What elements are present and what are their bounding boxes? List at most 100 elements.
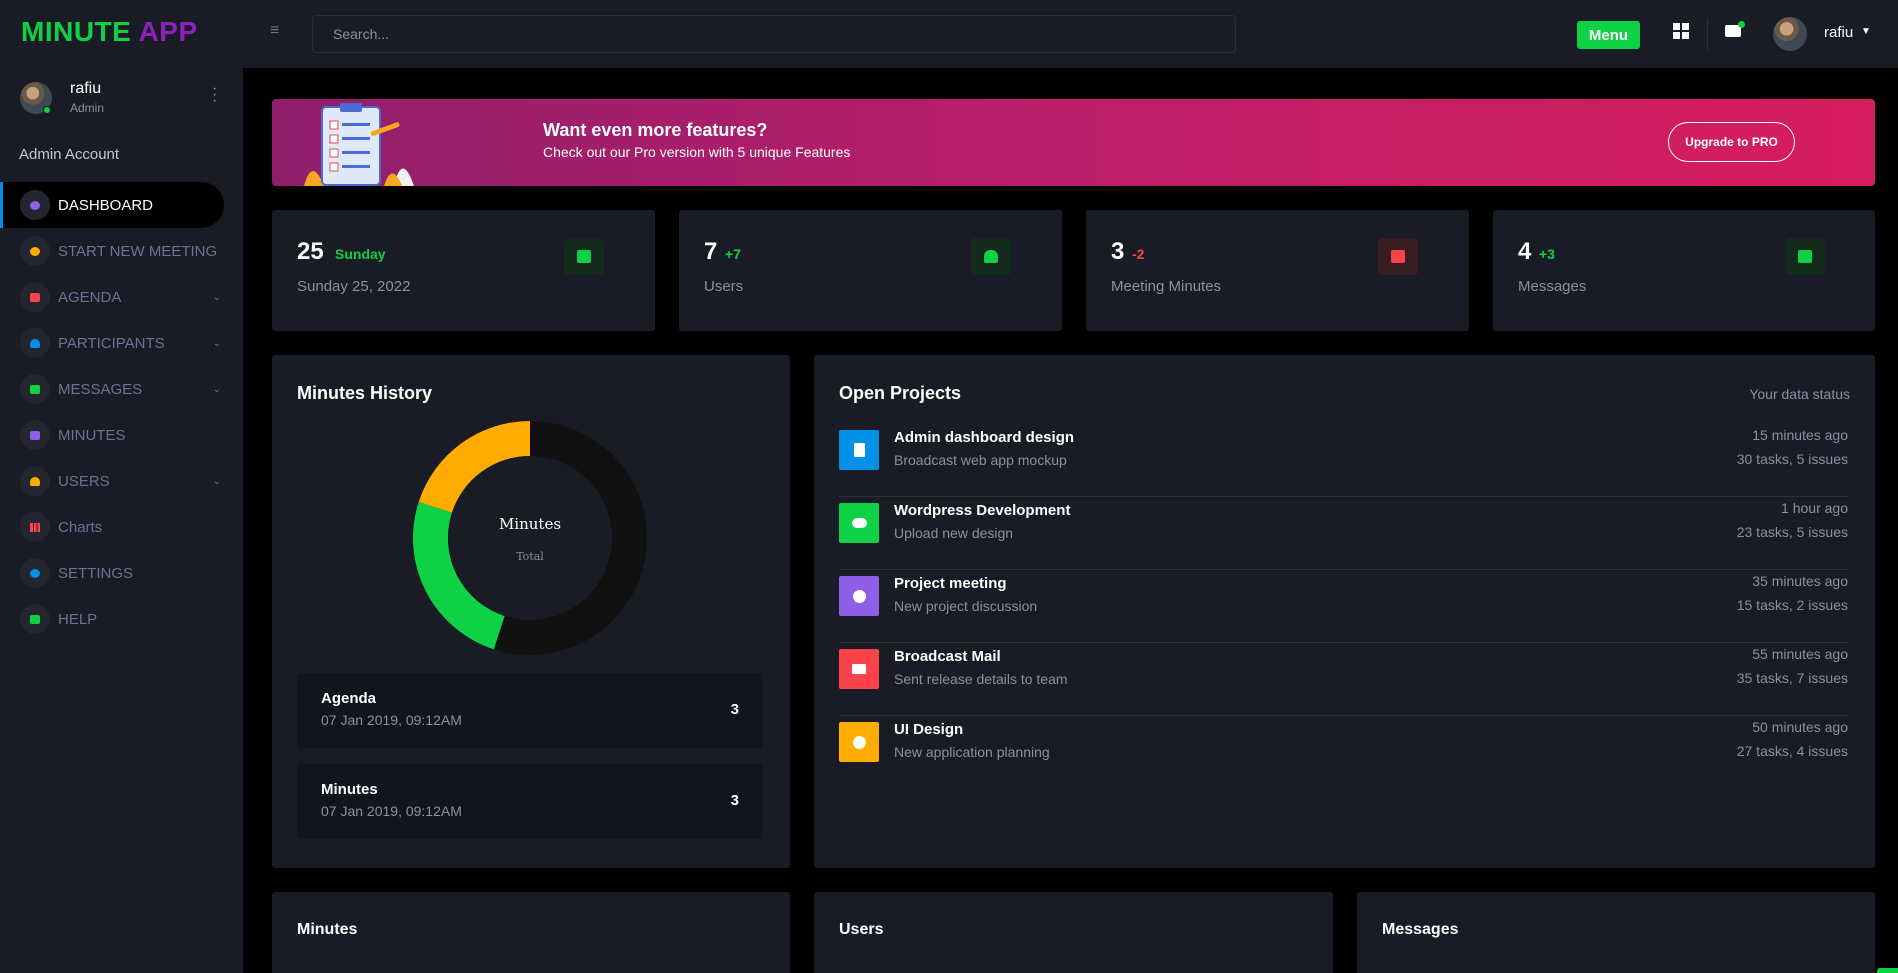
sidebar-item-start-new-meeting[interactable]: START NEW MEETING <box>0 228 243 274</box>
stat-value: 4 <box>1518 238 1532 265</box>
list-item-count: 3 <box>730 701 739 718</box>
project-row[interactable]: UI Design New application planning 50 mi… <box>839 716 1848 789</box>
user-name[interactable]: rafiu <box>1824 24 1853 41</box>
project-row[interactable]: Admin dashboard design Broadcast web app… <box>839 424 1848 497</box>
upgrade-to-pro-button[interactable]: Upgrade to PRO <box>1668 122 1795 162</box>
panel-title: Users <box>839 921 884 938</box>
stat-delta: +7 <box>725 246 741 262</box>
project-time: 35 minutes ago <box>1752 573 1848 589</box>
list-item-title: Minutes <box>321 781 378 798</box>
stat-card-date: 25 Sunday Sunday 25, 2022 <box>272 210 655 331</box>
project-subtitle: New project discussion <box>894 598 1038 614</box>
stat-value: 7 <box>704 238 718 265</box>
users-icon <box>20 328 50 358</box>
project-title: Wordpress Development <box>894 502 1071 519</box>
chevron-down-icon: ⌄ <box>212 337 221 349</box>
project-title: UI Design <box>894 721 964 738</box>
panel-title: Open Projects <box>839 383 962 403</box>
project-row[interactable]: Project meeting New project discussion 3… <box>839 570 1848 643</box>
stat-delta: -2 <box>1132 246 1145 262</box>
sidebar-item-label: SETTINGS <box>58 564 134 582</box>
clipboard-illustration <box>304 103 414 186</box>
add-message-button[interactable] <box>1877 968 1898 973</box>
project-row[interactable]: Broadcast Mail Sent release details to t… <box>839 643 1848 716</box>
donut-center-title: Minutes <box>499 515 561 533</box>
folder-icon <box>20 282 50 312</box>
stat-label: Messages <box>1518 278 1587 295</box>
clock-icon <box>839 576 879 616</box>
search-input[interactable] <box>312 15 1236 53</box>
users-icon <box>20 466 50 496</box>
stat-delta: +3 <box>1539 246 1555 262</box>
project-subtitle: New application planning <box>894 744 1050 760</box>
stat-label: Meeting Minutes <box>1111 278 1222 295</box>
list-item-date: 07 Jan 2019, 09:12AM <box>321 803 462 819</box>
project-title: Admin dashboard design <box>894 429 1075 446</box>
document-icon <box>839 430 879 470</box>
sidebar-item-label: Charts <box>58 518 103 536</box>
project-title: Project meeting <box>894 575 1007 592</box>
stat-label: Users <box>704 278 744 295</box>
data-status-label: Your data status <box>1749 386 1850 402</box>
sidebar: rafiu Admin · · · Admin Account DASHBOARD … <box>0 68 243 973</box>
sidebar-item-label: MINUTES <box>58 426 126 444</box>
chevron-down-icon: ⌄ <box>212 291 221 303</box>
project-title: Broadcast Mail <box>894 648 1001 665</box>
stat-value: 3 <box>1111 238 1125 265</box>
calendar-icon <box>564 238 604 275</box>
project-time: 50 minutes ago <box>1752 719 1848 735</box>
grid-icon[interactable] <box>1673 23 1689 39</box>
users-panel: Users <box>814 892 1333 973</box>
folder-lock-icon <box>1378 238 1418 275</box>
project-row[interactable]: Wordpress Development Upload new design … <box>839 497 1848 570</box>
more-vertical-icon[interactable]: · · · <box>212 81 218 109</box>
stat-value: 25 <box>297 238 324 265</box>
sidebar-item-label: START NEW MEETING <box>58 242 218 260</box>
list-item-count: 3 <box>730 792 739 809</box>
project-time: 55 minutes ago <box>1752 646 1848 662</box>
stat-card-users: 7 +7 Users <box>679 210 1062 331</box>
sidebar-item-charts[interactable]: Charts <box>0 504 243 550</box>
speedometer-icon <box>20 236 50 266</box>
logo-text-primary: MINUTE <box>21 16 132 47</box>
sidebar-item-agenda[interactable]: AGENDA ⌄ <box>0 274 243 320</box>
hamburger-icon[interactable]: ≡ <box>270 22 286 42</box>
project-subtitle: Sent release details to team <box>894 671 1068 687</box>
sidebar-item-participants[interactable]: PARTICIPANTS ⌄ <box>0 320 243 366</box>
project-tasks: 27 tasks, 4 issues <box>1736 743 1848 759</box>
top-navbar: MINUTE APP ≡ Menu rafiu ▼ <box>0 0 1898 68</box>
chart-icon <box>20 512 50 542</box>
open-projects-panel: Open Projects Your data status Admin das… <box>814 355 1875 868</box>
sidebar-item-label: HELP <box>58 610 98 628</box>
sidebar-item-label: AGENDA <box>58 288 122 306</box>
sidebar-item-messages[interactable]: MESSAGES ⌄ <box>0 366 243 412</box>
chat-icon <box>1785 238 1825 275</box>
donut-center-subtitle: Total <box>516 550 544 563</box>
logo-text-secondary: APP <box>131 16 198 47</box>
panel-title: Minutes History <box>297 383 433 403</box>
project-tasks: 23 tasks, 5 issues <box>1736 524 1848 540</box>
minutes-panel: Minutes <box>272 892 790 973</box>
stat-label: Sunday 25, 2022 <box>297 278 411 295</box>
list-item[interactable]: Agenda 07 Jan 2019, 09:12AM 3 <box>297 673 762 748</box>
menu-button[interactable]: Menu <box>1577 21 1640 49</box>
sidebar-item-minutes[interactable]: MINUTES <box>0 412 243 458</box>
list-item[interactable]: Minutes 07 Jan 2019, 09:12AM 3 <box>297 764 762 839</box>
folder-icon <box>20 420 50 450</box>
sidebar-item-users[interactable]: USERS ⌄ <box>0 458 243 504</box>
minutes-donut-chart: Minutes Total <box>413 421 647 655</box>
user-avatar[interactable] <box>1773 17 1807 51</box>
envelope-icon[interactable] <box>1725 21 1745 37</box>
app-logo[interactable]: MINUTE APP <box>21 16 198 48</box>
sidebar-item-dashboard[interactable]: DASHBOARD <box>0 182 224 228</box>
sidebar-item-settings[interactable]: SETTINGS <box>0 550 243 596</box>
sidebar-item-help[interactable]: HELP <box>0 596 243 642</box>
project-tasks: 15 tasks, 2 issues <box>1736 597 1848 613</box>
caret-down-icon[interactable]: ▼ <box>1861 26 1871 37</box>
pie-icon <box>839 722 879 762</box>
divider <box>1707 18 1708 50</box>
sidebar-user-name: rafiu <box>70 80 102 97</box>
sidebar-section-label: Admin Account <box>19 146 120 163</box>
chat-icon <box>20 374 50 404</box>
project-time: 1 hour ago <box>1781 500 1848 516</box>
